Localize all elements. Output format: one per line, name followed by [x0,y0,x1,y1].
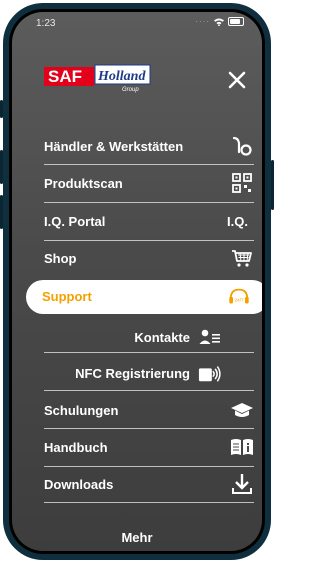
svg-text:Holland: Holland [97,69,146,84]
menu-item-support[interactable]: Support 24/7 [26,280,262,314]
menu-item-produktscan[interactable]: Produktscan [44,168,254,198]
svg-text:Group: Group [122,87,139,93]
status-time: 1:23 [36,18,56,29]
menu-item-label: Downloads [44,476,114,492]
menu-item-label: Produktscan [44,175,123,191]
menu-item-label: Support [42,289,92,304]
phone-bezel: 1:23 ···· SAF Holland Group Händler & We… [9,9,265,554]
app-screen: 1:23 ···· SAF Holland Group Händler & We… [12,12,262,551]
shopping-cart-icon [230,246,254,270]
saf-holland-logo: SAF Holland Group [44,64,151,93]
menu-separator [44,352,254,353]
graduation-cap-icon [230,398,254,422]
power-button [271,160,274,210]
menu-item-label: Shop [44,250,77,266]
menu-item-iq-portal[interactable]: I.Q. Portal I.Q. [44,206,254,236]
submenu-item-label: NFC Registrierung [75,365,190,381]
submenu-item-nfc[interactable]: NFC Registrierung [75,361,222,385]
manual-book-icon [230,435,254,459]
signal-dots-icon: ···· [195,17,210,26]
menu-item-handbuch[interactable]: Handbuch [44,432,254,462]
status-icons: ···· [195,17,244,26]
support-badge: 24/7 [235,298,244,303]
submenu-item-kontakte[interactable]: Kontakte [134,325,222,349]
download-icon [230,472,254,496]
menu-separator [44,466,254,467]
contacts-icon [198,325,222,349]
svg-text:I.Q.: I.Q. [227,214,248,229]
status-bar: 1:23 ···· [12,12,262,34]
menu-separator [44,202,254,203]
menu-item-label: Handbuch [44,439,108,455]
menu-item-label: Schulungen [44,402,119,418]
menu-separator [44,428,254,429]
menu-separator [44,390,254,391]
support-headset-icon: 24/7 [227,285,251,309]
iq-logo-icon: I.Q. [226,209,254,233]
nfc-icon [198,361,222,385]
more-button[interactable]: Mehr [12,530,262,545]
wifi-icon [214,18,224,26]
close-icon[interactable] [226,69,248,91]
menu-separator [44,502,254,503]
menu-item-haendler[interactable]: Händler & Werkstätten [44,131,254,161]
menu-item-downloads[interactable]: Downloads [44,469,254,499]
menu-item-label: I.Q. Portal [44,213,106,229]
menu-item-shop[interactable]: Shop [44,243,254,273]
battery-icon [228,17,244,26]
submenu-item-label: Kontakte [134,329,190,345]
menu-item-schulungen[interactable]: Schulungen [44,395,254,425]
phone-frame: 1:23 ···· SAF Holland Group Händler & We… [3,3,271,560]
menu-separator [44,240,254,241]
svg-text:SAF: SAF [48,67,82,86]
dealer-map-pin-icon [230,134,254,158]
menu-separator [44,164,254,165]
menu-item-label: Händler & Werkstätten [44,138,184,154]
qr-code-icon [230,171,254,195]
